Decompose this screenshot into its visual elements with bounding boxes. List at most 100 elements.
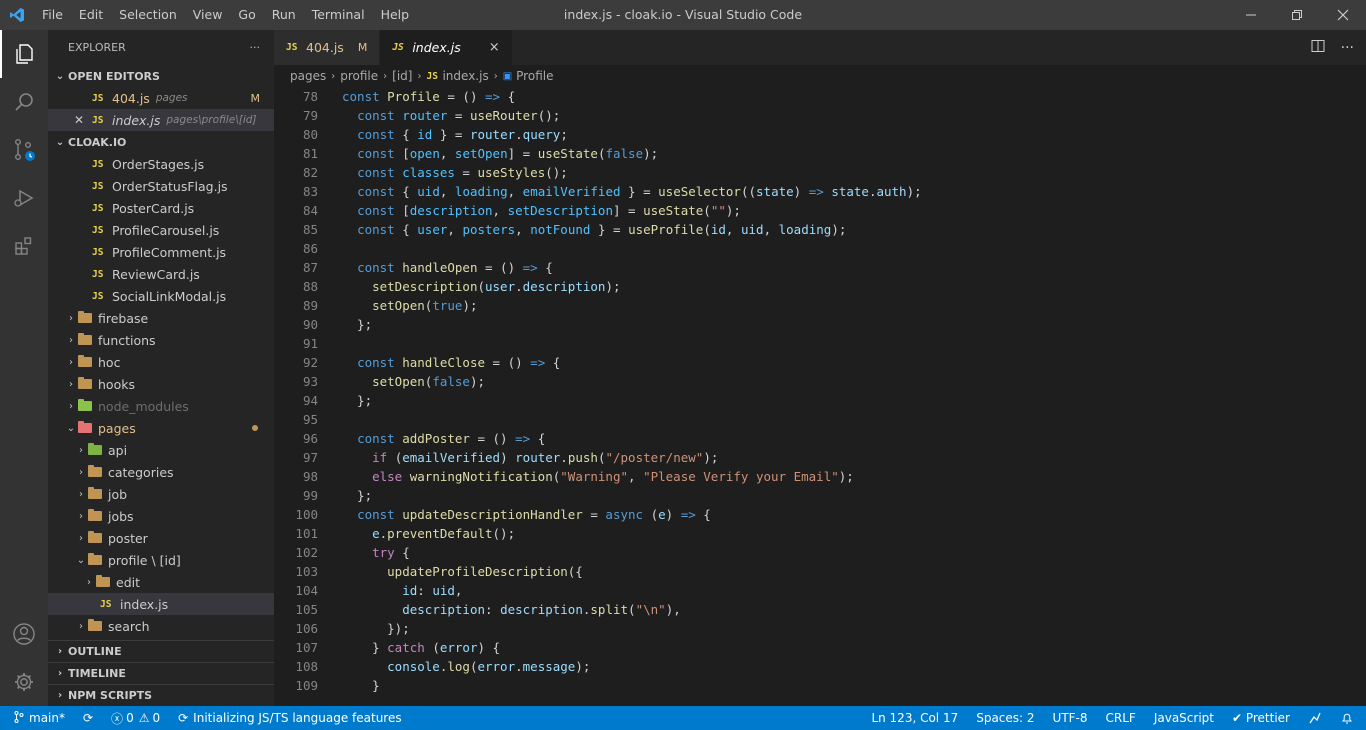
code-line: 96 const addPoster = () => { [274, 429, 1366, 448]
problems-status[interactable]: ⓧ 0 ⚠ 0 [102, 706, 169, 730]
folder-item[interactable]: › edit [48, 571, 274, 593]
more-actions-icon[interactable]: ··· [1341, 40, 1354, 56]
language-mode[interactable]: JavaScript [1145, 706, 1223, 730]
sync-icon[interactable]: ⟳ [74, 706, 102, 730]
chevron-right-icon: › [493, 70, 498, 82]
folder-item-pages[interactable]: ⌄ pages [48, 417, 274, 439]
branch-status[interactable]: main* [0, 706, 74, 730]
explorer-icon[interactable] [0, 30, 48, 78]
folder-item-profile[interactable]: ⌄ profile \ [id] [48, 549, 274, 571]
tab-index[interactable]: JS index.js × [380, 30, 513, 65]
file-item[interactable]: JS PosterCard.js [48, 197, 274, 219]
explorer-header: EXPLORER ··· [48, 30, 274, 65]
folder-icon [78, 333, 92, 345]
chevron-right-icon: › [79, 620, 83, 632]
eol-status[interactable]: CRLF [1097, 706, 1145, 730]
tab-404[interactable]: JS 404.js M [274, 30, 381, 65]
file-item-active[interactable]: JS index.js [48, 593, 274, 615]
search-icon[interactable] [0, 78, 48, 126]
menu-run[interactable]: Run [264, 0, 304, 30]
modified-badge: M [357, 41, 368, 54]
extensions-icon[interactable] [0, 222, 48, 270]
folder-item[interactable]: › api [48, 439, 274, 461]
breadcrumb-item[interactable]: [id] [392, 69, 412, 83]
notifications-icon[interactable] [1331, 706, 1366, 730]
project-section[interactable]: ⌄ CLOAK.IO [48, 131, 274, 153]
chevron-right-icon: › [57, 690, 63, 701]
folder-item[interactable]: › node_modules [48, 395, 274, 417]
encoding-status[interactable]: UTF-8 [1044, 706, 1097, 730]
split-editor-icon[interactable] [1311, 39, 1325, 57]
run-debug-icon[interactable] [0, 174, 48, 222]
breadcrumb-item[interactable]: index.js [442, 69, 488, 83]
file-item[interactable]: JS OrderStatusFlag.js [48, 175, 274, 197]
folder-name: functions [98, 332, 156, 348]
folder-item[interactable]: › hooks [48, 373, 274, 395]
code-text: try { [372, 545, 410, 560]
menu-help[interactable]: Help [373, 0, 418, 30]
language-status[interactable]: ⟳ Initializing JS/TS language features [169, 706, 411, 730]
close-tab-icon[interactable]: × [489, 40, 500, 55]
folder-name: hoc [98, 354, 121, 370]
file-item[interactable]: JS ProfileCarousel.js [48, 219, 274, 241]
code-editor[interactable]: 78 const Profile = () => {79 const router… [274, 87, 1366, 706]
folder-item[interactable]: › categories [48, 461, 274, 483]
more-actions-icon[interactable]: ··· [250, 41, 261, 54]
timeline-section[interactable]: › TIMELINE [48, 662, 274, 684]
folder-item[interactable]: › hoc [48, 351, 274, 373]
menu-terminal[interactable]: Terminal [304, 0, 373, 30]
menu-selection[interactable]: Selection [111, 0, 185, 30]
folder-icon [78, 377, 92, 389]
close-window-icon[interactable] [1320, 0, 1366, 30]
folder-item[interactable]: › jobs [48, 505, 274, 527]
account-icon[interactable] [0, 610, 48, 658]
breadcrumb-item[interactable]: pages [290, 69, 326, 83]
folder-item[interactable]: › functions [48, 329, 274, 351]
folder-icon [96, 575, 110, 587]
breadcrumb-item[interactable]: Profile [516, 69, 553, 83]
minimize-icon[interactable] [1228, 0, 1274, 30]
menu-edit[interactable]: Edit [71, 0, 111, 30]
editor-actions: ··· [1311, 30, 1354, 65]
chevron-right-icon: › [79, 532, 83, 544]
source-control-icon[interactable] [0, 126, 48, 174]
symbol-icon: ▣ [502, 70, 513, 82]
gear-icon[interactable] [0, 658, 48, 706]
file-item[interactable]: JS OrderStages.js [48, 153, 274, 175]
code-line: 83 const { uid, loading, emailVerified }… [274, 182, 1366, 201]
menu-view[interactable]: View [185, 0, 231, 30]
close-icon[interactable]: ✕ [74, 113, 92, 127]
file-item[interactable]: JS SocialLinkModal.js [48, 285, 274, 307]
folder-name: categories [108, 464, 174, 480]
folder-item[interactable]: › firebase [48, 307, 274, 329]
prettier-status[interactable]: ✔ Prettier [1223, 706, 1299, 730]
open-editor-item-404[interactable]: JS 404.js pages M [48, 87, 274, 109]
line-number: 87 [302, 260, 318, 275]
indentation-status[interactable]: Spaces: 2 [967, 706, 1043, 730]
folder-name: profile \ [id] [108, 552, 181, 568]
breadcrumb-item[interactable]: profile [340, 69, 378, 83]
folder-icon [88, 619, 102, 631]
code-text: setOpen(true); [372, 298, 478, 313]
npm-scripts-section[interactable]: › NPM SCRIPTS [48, 684, 274, 706]
folder-icon [88, 553, 102, 565]
js-file-icon: JS [100, 598, 112, 610]
restore-icon[interactable] [1274, 0, 1320, 30]
file-item[interactable]: JS ReviewCard.js [48, 263, 274, 285]
cursor-position[interactable]: Ln 123, Col 17 [862, 706, 967, 730]
open-editors-section[interactable]: ⌄ OPEN EDITORS [48, 65, 274, 87]
file-item[interactable]: JS ProfileComment.js [48, 241, 274, 263]
code-line: 86 [274, 239, 1366, 258]
folder-item[interactable]: › search [48, 615, 274, 637]
menu-file[interactable]: File [34, 0, 71, 30]
code-line: 100 const updateDescriptionHandler = asy… [274, 505, 1366, 524]
open-editor-item-index[interactable]: ✕ JS index.js pages\profile\[id] [48, 109, 274, 131]
folder-item[interactable]: › poster [48, 527, 274, 549]
feedback-icon[interactable] [1299, 706, 1331, 730]
code-text: const updateDescriptionHandler = async (… [357, 507, 711, 522]
open-editor-path: pages\profile\[id] [166, 114, 257, 126]
menu-go[interactable]: Go [230, 0, 263, 30]
outline-section[interactable]: › OUTLINE [48, 640, 274, 662]
folder-item[interactable]: › job [48, 483, 274, 505]
error-icon: ⓧ [111, 711, 124, 726]
